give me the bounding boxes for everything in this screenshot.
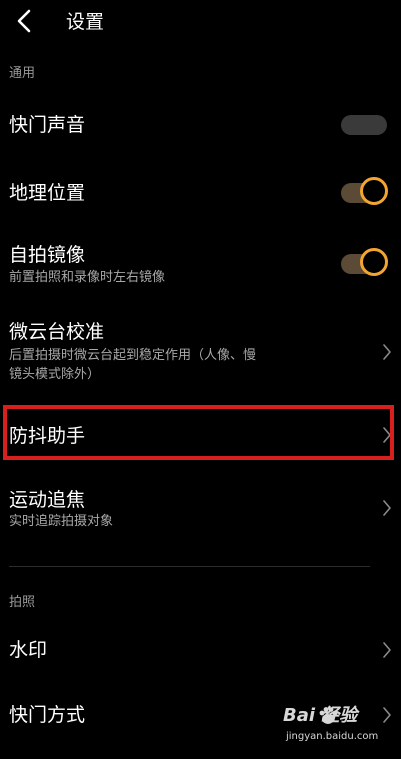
- page-title: 设置: [66, 11, 105, 33]
- chevron-right-icon: [381, 640, 393, 660]
- baidu-watermark: Bai 经验 jingyan.baidu.com: [283, 703, 393, 751]
- shutter-sound-toggle[interactable]: [341, 115, 387, 135]
- section-divider: [9, 566, 370, 567]
- setting-subtitle: 实时追踪拍摄对象: [9, 514, 114, 529]
- watermark-logo-text: Bai 经验: [283, 705, 358, 726]
- watermark-url: jingyan.baidu.com: [286, 731, 379, 742]
- section-label-photo: 拍照: [9, 595, 36, 610]
- selfie-mirror-toggle[interactable]: [341, 248, 388, 276]
- setting-subtitle: 后置拍摄时微云台起到稳定作用（人像、慢镜头模式除外）: [9, 348, 257, 382]
- setting-title: 快门声音: [9, 114, 86, 136]
- setting-subtitle: 前置拍照和录像时左右镜像: [9, 270, 166, 285]
- setting-title: 微云台校准: [9, 321, 105, 343]
- setting-row-location[interactable]: 地理位置: [0, 172, 401, 214]
- chevron-left-icon: [17, 9, 31, 33]
- setting-row-shutter-sound[interactable]: 快门声音: [0, 105, 401, 145]
- setting-title: 快门方式: [9, 704, 86, 726]
- setting-row-gimbal-calibration[interactable]: 微云台校准 后置拍摄时微云台起到稳定作用（人像、慢镜头模式除外）: [0, 318, 401, 386]
- setting-title: 运动追焦: [9, 489, 86, 511]
- toggle-knob: [360, 177, 388, 205]
- setting-title: 水印: [9, 639, 48, 661]
- setting-title: 地理位置: [9, 182, 86, 204]
- highlight-box: [3, 405, 394, 460]
- chevron-right-icon: [381, 498, 393, 518]
- toggle-knob: [360, 248, 388, 276]
- setting-row-motion-tracking[interactable]: 运动追焦 实时追踪拍摄对象: [0, 486, 401, 536]
- setting-row-selfie-mirror[interactable]: 自拍镜像 前置拍照和录像时左右镜像: [0, 240, 401, 290]
- header-bar: 设置: [0, 0, 401, 50]
- back-button[interactable]: [10, 6, 40, 36]
- setting-title: 自拍镜像: [9, 244, 86, 266]
- location-toggle[interactable]: [341, 177, 388, 205]
- setting-row-watermark[interactable]: 水印: [0, 630, 401, 670]
- section-label-general: 通用: [9, 66, 36, 81]
- chevron-right-icon: [381, 342, 393, 362]
